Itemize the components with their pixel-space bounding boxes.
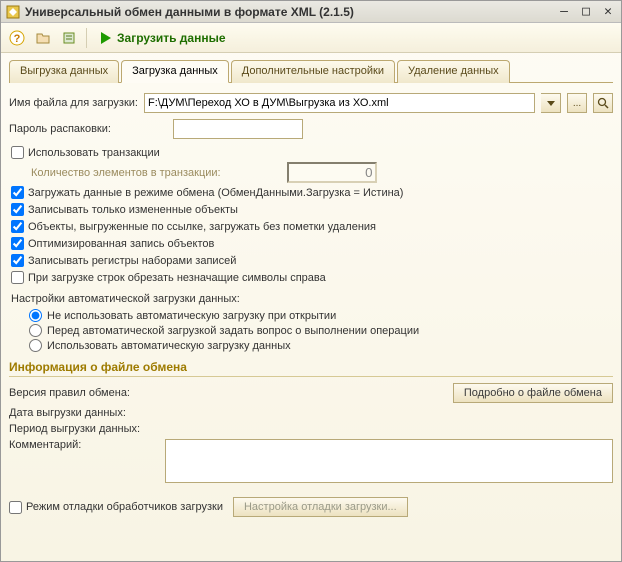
write-registers-checkbox[interactable] xyxy=(11,254,24,267)
load-by-ref-checkbox[interactable] xyxy=(11,220,24,233)
load-data-button[interactable]: Загрузить данные xyxy=(92,26,233,50)
auto-load-section: Настройки автоматической загрузки данных… xyxy=(11,293,613,305)
help-icon[interactable]: ? xyxy=(5,26,29,50)
trim-strings-label: При загрузке строк обрезать незначащие с… xyxy=(28,272,326,284)
file-browse-button[interactable]: ... xyxy=(567,93,587,113)
tab-extra[interactable]: Дополнительные настройки xyxy=(231,60,395,83)
use-transaction-checkbox[interactable] xyxy=(11,146,24,159)
load-button-label: Загрузить данные xyxy=(117,31,226,45)
tabs: Выгрузка данных Загрузка данных Дополнит… xyxy=(9,59,613,83)
debug-settings-button[interactable]: Настройка отладки загрузки... xyxy=(233,497,408,517)
comment-box[interactable] xyxy=(165,439,613,483)
app-icon xyxy=(5,4,21,20)
close-button[interactable]: ✕ xyxy=(599,4,617,20)
toolbar: ? Загрузить данные xyxy=(1,23,621,53)
write-changed-label: Записывать только измененные объекты xyxy=(28,204,238,216)
chevron-down-icon xyxy=(547,101,555,106)
trim-strings-checkbox[interactable] xyxy=(11,271,24,284)
export-period-label: Период выгрузки данных: xyxy=(9,423,159,435)
file-search-button[interactable] xyxy=(593,93,613,113)
password-input[interactable] xyxy=(173,119,303,139)
radio-auto[interactable] xyxy=(29,339,42,352)
maximize-button[interactable]: □ xyxy=(577,4,595,20)
info-header: Информация о файле обмена xyxy=(9,360,613,377)
tab-export[interactable]: Выгрузка данных xyxy=(9,60,119,83)
radio-ask-label: Перед автоматической загрузкой задать во… xyxy=(47,325,419,337)
file-dropdown-button[interactable] xyxy=(541,93,561,113)
play-icon xyxy=(99,31,113,45)
radio-auto-label: Использовать автоматическую загрузку дан… xyxy=(47,340,291,352)
magnifier-icon xyxy=(597,97,609,109)
password-label: Пароль распаковки: xyxy=(9,123,167,135)
file-label: Имя файла для загрузки: xyxy=(9,97,138,109)
radio-ask[interactable] xyxy=(29,324,42,337)
settings-icon[interactable] xyxy=(57,26,81,50)
write-registers-label: Записывать регистры наборами записей xyxy=(28,255,236,267)
minimize-button[interactable]: – xyxy=(555,4,573,20)
rules-version-label: Версия правил обмена: xyxy=(9,387,159,399)
load-by-ref-label: Объекты, выгруженные по ссылке, загружат… xyxy=(28,221,376,233)
optimized-write-checkbox[interactable] xyxy=(11,237,24,250)
exchange-mode-label: Загружать данные в режиме обмена (ОбменД… xyxy=(28,187,403,199)
debug-mode-label: Режим отладки обработчиков загрузки xyxy=(26,501,223,513)
radio-no-auto[interactable] xyxy=(29,309,42,322)
tab-delete[interactable]: Удаление данных xyxy=(397,60,510,83)
window-title: Универсальный обмен данными в формате XM… xyxy=(25,5,551,19)
exchange-mode-checkbox[interactable] xyxy=(11,186,24,199)
file-input[interactable] xyxy=(144,93,535,113)
svg-text:?: ? xyxy=(14,33,21,45)
radio-no-auto-label: Не использовать автоматическую загрузку … xyxy=(47,310,336,322)
titlebar: Универсальный обмен данными в формате XM… xyxy=(1,1,621,23)
write-changed-checkbox[interactable] xyxy=(11,203,24,216)
export-date-label: Дата выгрузки данных: xyxy=(9,407,159,419)
file-details-button[interactable]: Подробно о файле обмена xyxy=(453,383,613,403)
debug-mode-checkbox[interactable] xyxy=(9,501,22,514)
optimized-write-label: Оптимизированная запись объектов xyxy=(28,238,214,250)
txn-count-label: Количество элементов в транзакции: xyxy=(31,167,221,179)
open-file-icon[interactable] xyxy=(31,26,55,50)
comment-label: Комментарий: xyxy=(9,439,159,451)
txn-count-input[interactable] xyxy=(287,162,377,183)
tab-import[interactable]: Загрузка данных xyxy=(121,60,229,83)
use-transaction-label: Использовать транзакции xyxy=(28,147,160,159)
